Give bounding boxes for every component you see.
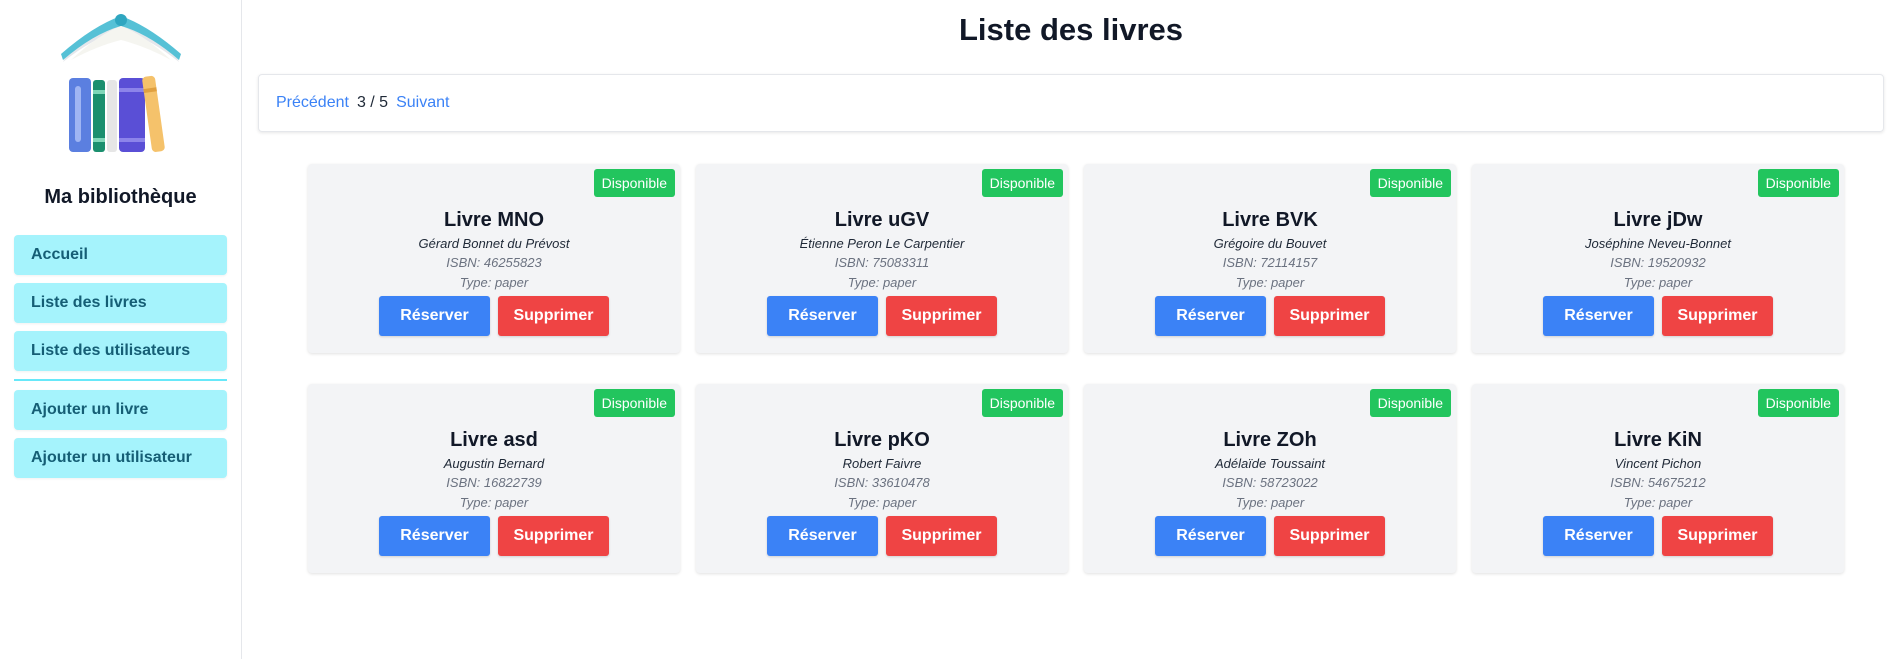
delete-button[interactable]: Supprimer [1274,516,1385,556]
status-badge: Disponible [981,389,1063,417]
book-title: Livre MNO [443,209,545,231]
status-badge: Disponible [593,169,675,197]
delete-button[interactable]: Supprimer [1662,516,1773,556]
delete-button[interactable]: Supprimer [886,516,997,556]
reserve-button[interactable]: Réserver [379,296,490,336]
book-author: Gérard Bonnet du Prévost [418,236,570,251]
nav-item-ajouter-utilisateur[interactable]: Ajouter un utilisateur [14,438,227,478]
book-card: Disponible Livre KiN Vincent Pichon ISBN… [1472,384,1844,573]
book-actions: Réserver Supprimer [1472,296,1844,336]
books-logo-icon [60,14,181,152]
book-title: Livre asd [450,429,538,451]
book-title: Livre BVK [1222,209,1318,231]
pagination-next-link[interactable]: Suivant [396,94,449,112]
book-type: Type: paper [1623,495,1693,510]
nav-divider [14,379,227,381]
delete-button[interactable]: Supprimer [886,296,997,336]
app-root: Ma bibliothèque Accueil Liste des livres… [0,0,1900,659]
book-actions: Réserver Supprimer [308,296,680,336]
book-type: Type: paper [847,495,917,510]
status-badge: Disponible [1369,389,1451,417]
book-isbn: ISBN: 16822739 [446,475,542,490]
pagination-prev-link[interactable]: Précédent [276,94,349,112]
sidebar-nav: Accueil Liste des livres Liste des utili… [14,235,227,486]
brand-title: Ma bibliothèque [44,186,197,208]
status-badge: Disponible [1369,169,1451,197]
delete-button[interactable]: Supprimer [1274,296,1385,336]
status-badge: Disponible [981,169,1063,197]
reserve-button[interactable]: Réserver [1155,296,1266,336]
book-title: Livre KiN [1614,429,1702,451]
book-card: Disponible Livre uGV Étienne Peron Le Ca… [696,164,1068,353]
book-actions: Réserver Supprimer [696,516,1068,556]
book-title: Livre ZOh [1223,429,1317,451]
nav-item-liste-utilisateurs[interactable]: Liste des utilisateurs [14,331,227,371]
nav-item-liste-livres[interactable]: Liste des livres [14,283,227,323]
delete-button[interactable]: Supprimer [498,296,609,336]
book-grid: Disponible Livre MNO Gérard Bonnet du Pr… [308,164,1884,573]
book-card: Disponible Livre jDw Joséphine Neveu-Bon… [1472,164,1844,353]
book-title: Livre pKO [834,429,930,451]
book-author: Vincent Pichon [1614,456,1702,471]
status-badge: Disponible [593,389,675,417]
book-card: Disponible Livre asd Augustin Bernard IS… [308,384,680,573]
book-card: Disponible Livre MNO Gérard Bonnet du Pr… [308,164,680,353]
sidebar: Ma bibliothèque Accueil Liste des livres… [0,0,242,659]
book-actions: Réserver Supprimer [308,516,680,556]
book-author: Grégoire du Bouvet [1213,236,1327,251]
book-isbn: ISBN: 72114157 [1222,255,1318,270]
page-title: Liste des livres [958,12,1183,47]
book-type: Type: paper [459,275,529,290]
reserve-button[interactable]: Réserver [1155,516,1266,556]
book-title: Livre jDw [1613,209,1703,231]
book-type: Type: paper [1235,275,1305,290]
book-card: Disponible Livre pKO Robert Faivre ISBN:… [696,384,1068,573]
logo [14,8,227,158]
reserve-button[interactable]: Réserver [767,516,878,556]
pagination-page-indicator: 3 / 5 [356,94,389,111]
book-actions: Réserver Supprimer [1084,516,1456,556]
book-title: Livre uGV [834,209,930,231]
status-badge: Disponible [1757,169,1839,197]
delete-button[interactable]: Supprimer [1662,296,1773,336]
status-badge: Disponible [1757,389,1839,417]
reserve-button[interactable]: Réserver [379,516,490,556]
book-author: Adélaïde Toussaint [1214,456,1326,471]
book-author: Étienne Peron Le Carpentier [799,236,965,251]
book-actions: Réserver Supprimer [1472,516,1844,556]
book-isbn: ISBN: 19520932 [1610,255,1706,270]
book-author: Joséphine Neveu-Bonnet [1585,236,1731,251]
book-type: Type: paper [459,495,529,510]
book-isbn: ISBN: 33610478 [834,475,930,490]
book-author: Augustin Bernard [443,456,545,471]
reserve-button[interactable]: Réserver [767,296,878,336]
pagination-bar: Précédent 3 / 5 Suivant [258,74,1884,132]
book-type: Type: paper [1623,275,1693,290]
book-author: Robert Faivre [842,456,922,471]
nav-item-accueil[interactable]: Accueil [14,235,227,275]
book-isbn: ISBN: 46255823 [446,255,542,270]
book-isbn: ISBN: 58723022 [1222,475,1318,490]
book-actions: Réserver Supprimer [1084,296,1456,336]
book-isbn: ISBN: 54675212 [1610,475,1706,490]
book-type: Type: paper [1235,495,1305,510]
main-content: Liste des livres Précédent 3 / 5 Suivant… [242,0,1900,659]
book-isbn: ISBN: 75083311 [834,255,930,270]
book-actions: Réserver Supprimer [696,296,1068,336]
reserve-button[interactable]: Réserver [1543,516,1654,556]
nav-item-ajouter-livre[interactable]: Ajouter un livre [14,390,227,430]
reserve-button[interactable]: Réserver [1543,296,1654,336]
book-card: Disponible Livre ZOh Adélaïde Toussaint … [1084,384,1456,573]
book-type: Type: paper [847,275,917,290]
delete-button[interactable]: Supprimer [498,516,609,556]
book-card: Disponible Livre BVK Grégoire du Bouvet … [1084,164,1456,353]
